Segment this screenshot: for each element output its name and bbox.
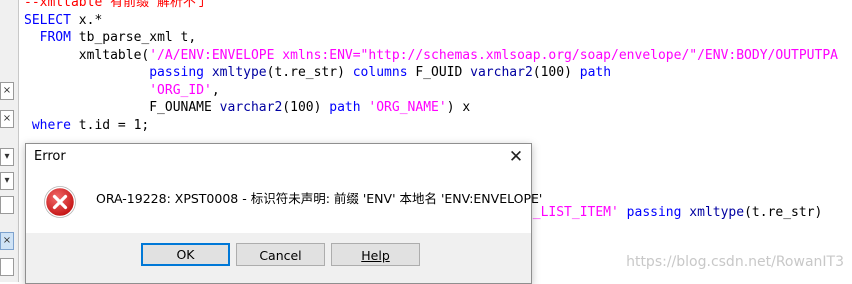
code-line: FROM tb_parse_xml t,: [24, 29, 852, 47]
code-token: xmltable(: [24, 47, 150, 63]
code-token: --xmltable 有前缀 解析不了: [24, 0, 209, 10]
code-token: RG_LIST_ITEM': [517, 205, 619, 220]
code-token: (t.re_str): [744, 205, 823, 220]
dialog-title: Error: [34, 149, 66, 164]
code-line: where t.id = 1;: [24, 117, 852, 135]
code-token: '/A/ENV:ENVELOPE xmlns:ENV="http://schem…: [149, 47, 838, 63]
close-icon[interactable]: ×: [0, 232, 14, 250]
error-icon: [44, 186, 76, 218]
watermark: https://blog.csdn.net/RowanIT3: [626, 254, 844, 270]
code-token: F_OUNAME: [24, 100, 220, 115]
code-token: ,: [211, 82, 220, 98]
close-icon[interactable]: ×: [0, 110, 14, 128]
code-token: x.*: [78, 12, 103, 28]
code-token: xmltype: [689, 205, 745, 220]
code-token: tb_parse_xml t,: [78, 30, 197, 45]
code-token: where: [24, 117, 79, 133]
error-message: ORA-19228: XPST0008 - 标识符未声明: 前缀 'ENV' 本…: [96, 191, 543, 206]
close-icon[interactable]: ×: [0, 82, 14, 100]
ok-button[interactable]: OK: [141, 243, 230, 266]
code-line: --xmltable 有前缀 解析不了: [24, 0, 852, 12]
code-token: 'ORG_NAME': [368, 100, 447, 115]
code-token: (100): [532, 65, 580, 80]
left-panel-strip: × × ▾ ▾ ×: [0, 0, 19, 282]
chevron-down-icon[interactable]: ▾: [0, 148, 14, 166]
code-token: columns: [352, 65, 416, 80]
code-token: xmltype: [211, 65, 267, 80]
close-icon[interactable]: ✕: [501, 144, 531, 171]
code-line: F_OUNAME varchar2(100) path 'ORG_NAME') …: [24, 99, 852, 117]
dialog-body: ORA-19228: XPST0008 - 标识符未声明: 前缀 'ENV' 本…: [26, 171, 542, 233]
panel-field[interactable]: [0, 258, 14, 276]
code-token: varchar2: [219, 100, 283, 115]
cancel-button[interactable]: Cancel: [236, 243, 325, 266]
code-token: SELECT: [24, 12, 79, 28]
chevron-down-icon[interactable]: ▾: [0, 172, 14, 190]
code-token: path: [329, 100, 369, 115]
help-button[interactable]: Help: [331, 243, 420, 266]
dialog-titlebar[interactable]: Error ✕: [26, 144, 531, 171]
code-token: varchar2: [470, 65, 533, 80]
code-token: (100): [282, 100, 330, 115]
code-token: passing: [24, 65, 212, 80]
error-dialog: Error ✕ ORA-19228: XPST0008 - 标识符未声明: 前缀…: [25, 143, 542, 284]
code-token: passing: [618, 205, 690, 220]
code-line: passing xmltype(t.re_str) columns F_OUID…: [24, 64, 852, 82]
help-label: Help: [361, 248, 390, 263]
code-token: (t.re_str): [266, 65, 353, 80]
panel-field[interactable]: [0, 196, 14, 214]
code-line: 'ORG_ID',: [24, 82, 852, 100]
code-token: ) x: [446, 100, 471, 115]
dialog-footer: OK Cancel Help: [26, 233, 531, 283]
code-token: path: [579, 65, 612, 80]
code-line: SELECT x.*: [24, 12, 852, 30]
code-token: 'ORG_ID': [149, 82, 212, 98]
code-token: t.id = 1;: [78, 117, 150, 133]
code-token: FROM: [24, 30, 79, 45]
code-token: F_OUID: [415, 65, 471, 80]
code-line: xmltable('/A/ENV:ENVELOPE xmlns:ENV="htt…: [24, 47, 852, 65]
